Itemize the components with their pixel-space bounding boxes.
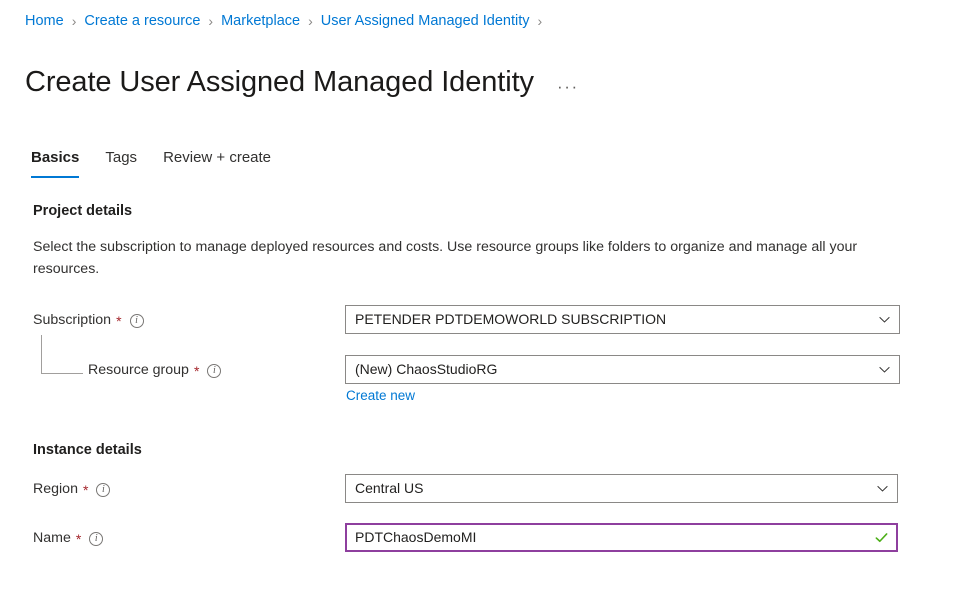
breadcrumb-separator-icon: ›: [308, 11, 313, 31]
name-input[interactable]: PDTChaosDemoMI: [345, 523, 898, 552]
breadcrumb-item-create-a-resource[interactable]: Create a resource: [84, 11, 200, 31]
tab-basics[interactable]: Basics: [31, 148, 79, 178]
region-label: Region * i: [33, 479, 110, 499]
field-indent-connector: [41, 335, 83, 374]
required-indicator: *: [83, 483, 88, 497]
breadcrumb-separator-icon: ›: [72, 11, 77, 31]
breadcrumb-separator-icon: ›: [208, 11, 213, 31]
breadcrumb-item-home[interactable]: Home: [25, 11, 64, 31]
resource-group-value: (New) ChaosStudioRG: [355, 356, 872, 383]
name-label: Name * i: [33, 528, 103, 548]
tab-bar: Basics Tags Review + create: [31, 148, 297, 178]
region-label-text: Region: [33, 479, 78, 499]
info-icon[interactable]: i: [130, 314, 144, 328]
subscription-label-text: Subscription: [33, 310, 111, 330]
name-label-text: Name: [33, 528, 71, 548]
subscription-value: PETENDER PDTDEMOWORLD SUBSCRIPTION: [355, 306, 872, 333]
region-value: Central US: [355, 475, 870, 502]
info-icon[interactable]: i: [207, 364, 221, 378]
subscription-label: Subscription * i: [33, 310, 144, 330]
breadcrumb-item-user-assigned-managed-identity[interactable]: User Assigned Managed Identity: [321, 11, 530, 31]
subscription-dropdown[interactable]: PETENDER PDTDEMOWORLD SUBSCRIPTION: [345, 305, 900, 334]
name-value: PDTChaosDemoMI: [355, 524, 868, 551]
resource-group-label: Resource group * i: [88, 360, 221, 380]
resource-group-label-text: Resource group: [88, 360, 189, 380]
create-uami-blade: Home › Create a resource › Marketplace ›…: [0, 0, 980, 607]
section-heading-project-details: Project details: [33, 201, 132, 221]
region-dropdown[interactable]: Central US: [345, 474, 898, 503]
breadcrumb: Home › Create a resource › Marketplace ›…: [25, 11, 550, 31]
chevron-down-icon: [876, 482, 889, 495]
valid-check-icon: [874, 530, 889, 545]
more-options-icon[interactable]: ···: [554, 78, 582, 96]
chevron-down-icon: [878, 313, 891, 326]
page-title: Create User Assigned Managed Identity: [25, 63, 534, 101]
create-new-resource-group-link[interactable]: Create new: [346, 387, 415, 405]
tab-review-create[interactable]: Review + create: [163, 148, 271, 178]
resource-group-dropdown[interactable]: (New) ChaosStudioRG: [345, 355, 900, 384]
required-indicator: *: [76, 532, 81, 546]
project-details-description: Select the subscription to manage deploy…: [33, 236, 863, 280]
tab-tags[interactable]: Tags: [105, 148, 137, 178]
required-indicator: *: [116, 314, 121, 328]
title-row: Create User Assigned Managed Identity ··…: [25, 44, 582, 121]
info-icon[interactable]: i: [96, 483, 110, 497]
breadcrumb-item-marketplace[interactable]: Marketplace: [221, 11, 300, 31]
breadcrumb-separator-icon: ›: [538, 11, 543, 31]
required-indicator: *: [194, 364, 199, 378]
chevron-down-icon: [878, 363, 891, 376]
section-heading-instance-details: Instance details: [33, 440, 142, 460]
info-icon[interactable]: i: [89, 532, 103, 546]
